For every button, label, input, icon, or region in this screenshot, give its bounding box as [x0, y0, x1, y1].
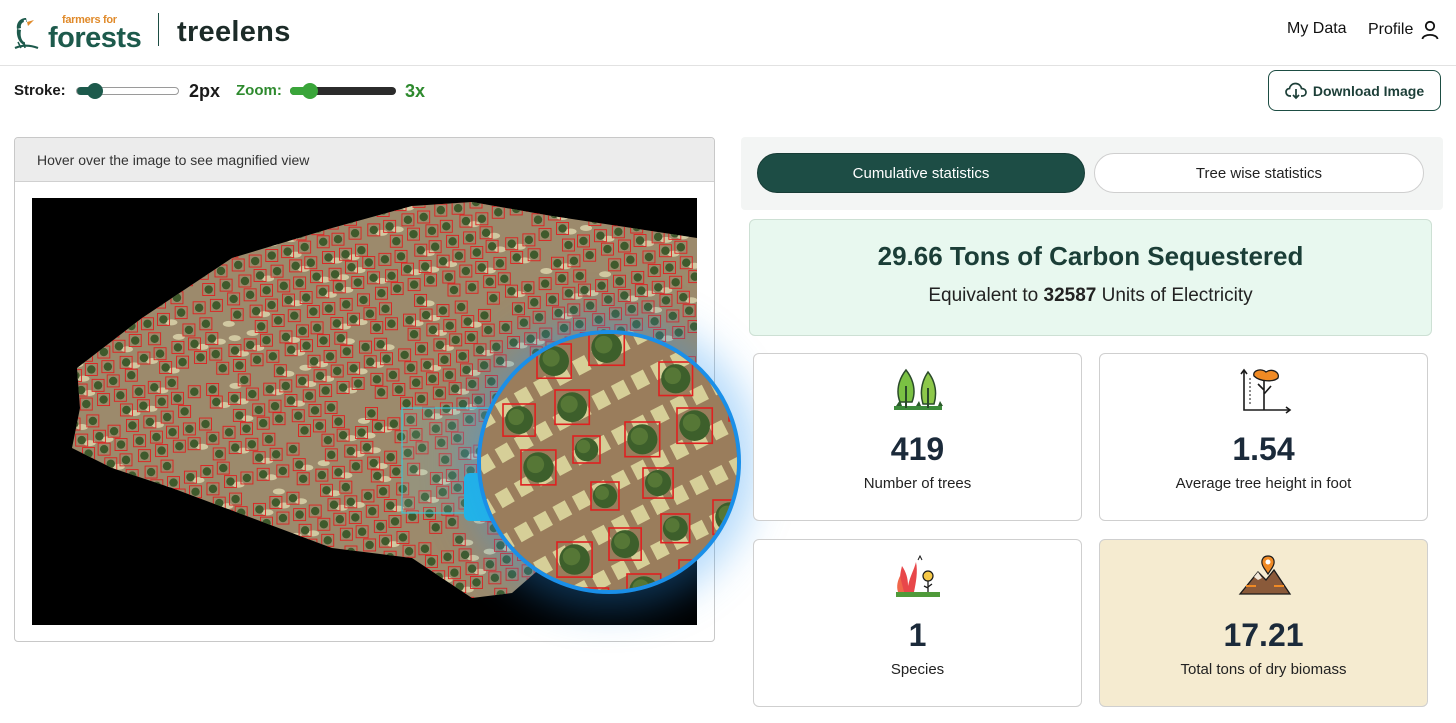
- stat-card-species: 1 Species: [753, 539, 1082, 707]
- stat-label: Species: [890, 661, 945, 678]
- stat-label: Total tons of dry biomass: [1180, 661, 1347, 678]
- magnifier-lens: [477, 330, 741, 594]
- stat-value: 1.54: [1232, 431, 1295, 467]
- zoom-slider[interactable]: [290, 83, 396, 99]
- zoom-label: Zoom:: [236, 82, 282, 99]
- biomass-icon: [1238, 555, 1291, 595]
- electricity-units: 32587: [1043, 285, 1097, 306]
- carbon-equivalent: Equivalent to 32587 Units of Electricity: [750, 285, 1431, 307]
- stroke-slider[interactable]: [76, 83, 179, 99]
- logo-divider: [158, 13, 159, 46]
- zoom-value: 3x: [405, 81, 426, 101]
- zoom-slider-thumb[interactable]: [302, 83, 318, 99]
- stat-value: 17.21: [1223, 617, 1304, 653]
- carbon-title: 29.66 Tons of Carbon Sequestered: [877, 241, 1304, 271]
- download-image-button[interactable]: Download Image: [1268, 70, 1441, 111]
- brand-big-text: forests: [48, 22, 142, 54]
- stat-card-dry-biomass: 17.21 Total tons of dry biomass: [1099, 539, 1428, 707]
- species-icon: [895, 554, 940, 597]
- stats-tabs: Cumulative statistics Tree wise statisti…: [741, 137, 1443, 210]
- stat-card-average-tree-height: 1.54 Average tree height in foot: [1099, 353, 1428, 521]
- stat-value: 1: [908, 617, 927, 653]
- stroke-value: 2px: [189, 81, 221, 101]
- tab-cumulative-statistics[interactable]: Cumulative statistics: [757, 153, 1085, 193]
- farmers-for-forests-logo[interactable]: farmers for forests: [12, 10, 156, 54]
- nav-profile-link[interactable]: Profile: [1368, 20, 1439, 40]
- stroke-label: Stroke:: [14, 82, 66, 99]
- stroke-slider-thumb[interactable]: [87, 83, 103, 99]
- stat-label: Number of trees: [863, 475, 972, 492]
- nav-profile-label: Profile: [1368, 21, 1414, 38]
- stat-value: 419: [890, 431, 945, 467]
- viewer-hint: Hover over the image to see magnified vi…: [15, 138, 714, 182]
- stat-label: Average tree height in foot: [1175, 475, 1352, 492]
- trees-icon: [893, 368, 943, 410]
- logo-bird-icon: [12, 12, 42, 52]
- tree-height-icon: [1239, 368, 1291, 414]
- download-image-label: Download Image: [1312, 82, 1425, 99]
- carbon-summary-card: 29.66 Tons of Carbon Sequestered Equival…: [749, 219, 1432, 336]
- nav-my-data-link[interactable]: My Data: [1287, 20, 1347, 38]
- stat-card-number-of-trees: 419 Number of trees: [753, 353, 1082, 521]
- tab-tree-wise-statistics[interactable]: Tree wise statistics: [1094, 153, 1424, 193]
- carbon-sub-suffix: Units of Electricity: [1096, 285, 1253, 306]
- cloud-download-icon: [1285, 82, 1307, 99]
- carbon-sub-prefix: Equivalent to: [928, 285, 1044, 306]
- app-header: farmers for forests treelens My Data Pro…: [0, 0, 1456, 66]
- user-icon: [1421, 20, 1439, 40]
- product-name: treelens: [177, 16, 291, 48]
